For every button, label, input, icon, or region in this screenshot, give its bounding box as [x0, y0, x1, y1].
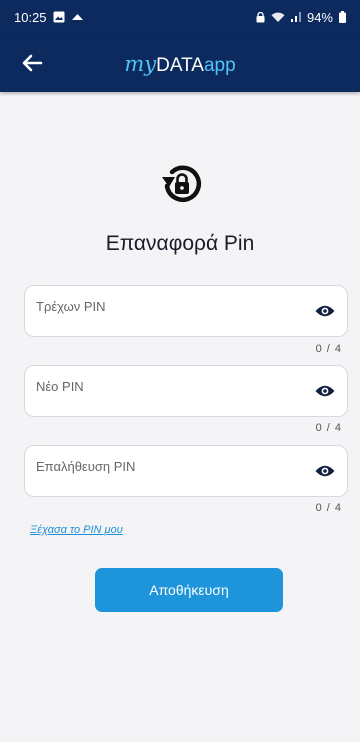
- verify-pin-field[interactable]: Επαλήθευση PIN: [24, 445, 348, 497]
- current-pin-field[interactable]: Τρέχων PIN: [24, 285, 348, 337]
- wifi-icon: [271, 12, 285, 22]
- verify-pin-label: Επαλήθευση PIN: [36, 459, 136, 474]
- status-bar: 10:25 94%: [0, 0, 360, 34]
- lock-reset-icon: [162, 165, 202, 203]
- app-logo: myDATAapp: [0, 52, 360, 77]
- status-left: 10:25: [14, 10, 84, 25]
- app-bar: myDATAapp: [0, 34, 360, 92]
- cloud-notification-icon: [71, 14, 83, 20]
- save-button[interactable]: Αποθήκευση: [95, 568, 283, 612]
- status-time: 10:25: [14, 9, 47, 25]
- current-pin-label: Τρέχων PIN: [36, 299, 106, 314]
- new-pin-field[interactable]: Νέο PIN: [24, 365, 348, 417]
- logo-data: DATA: [156, 55, 204, 76]
- page-title: Επαναφορά Pin: [105, 232, 255, 255]
- eye-icon[interactable]: [315, 464, 335, 478]
- forgot-pin-link[interactable]: Ξέχασα το PIN μου: [30, 524, 123, 536]
- new-pin-label: Νέο PIN: [36, 379, 84, 394]
- eye-icon[interactable]: [315, 384, 335, 398]
- battery-icon: [339, 11, 346, 23]
- battery-percent: 94%: [306, 9, 333, 25]
- lock-status-icon: [256, 11, 265, 22]
- verify-pin-counter: 0 / 4: [315, 502, 342, 514]
- new-pin-counter: 0 / 4: [315, 422, 342, 434]
- logo-my: my: [124, 52, 157, 76]
- logo-app: app: [203, 55, 236, 76]
- signal-icon: [290, 12, 301, 22]
- status-right: 94%: [256, 10, 346, 25]
- gallery-notification-icon: [53, 11, 65, 23]
- eye-icon[interactable]: [315, 304, 335, 318]
- current-pin-counter: 0 / 4: [315, 343, 342, 355]
